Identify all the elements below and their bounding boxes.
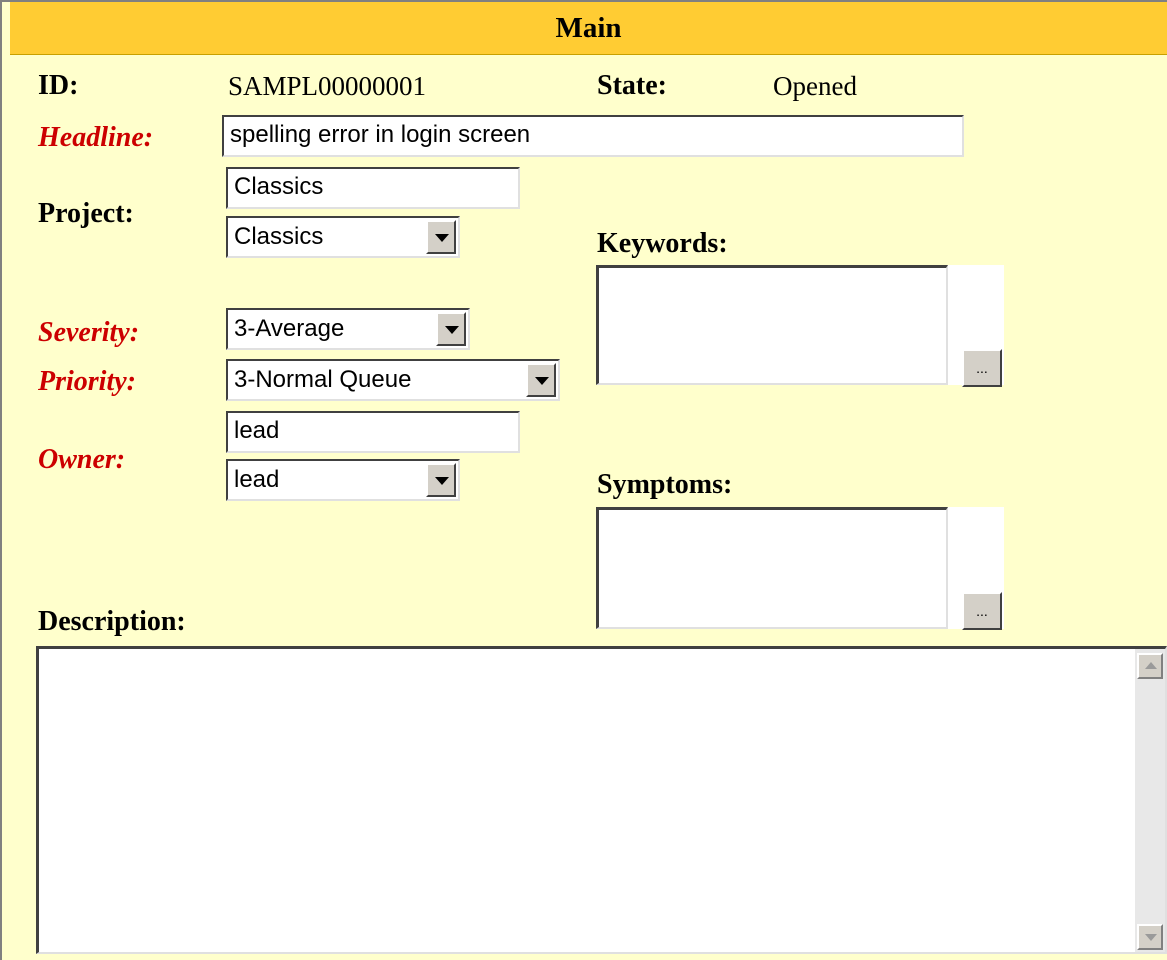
description-text	[39, 649, 1165, 661]
symptoms-label: Symptoms:	[597, 469, 733, 500]
symptoms-browse-button[interactable]: ...	[962, 592, 1002, 630]
severity-select[interactable]: 3-Average	[226, 308, 470, 350]
keywords-textarea[interactable]	[596, 265, 948, 385]
owner-label: Owner:	[38, 444, 126, 475]
chevron-down-icon[interactable]	[436, 312, 466, 346]
keywords-label: Keywords:	[597, 228, 728, 259]
chevron-down-icon[interactable]	[426, 220, 456, 254]
project-select[interactable]: Classics	[226, 216, 460, 258]
section-header: Main	[10, 2, 1167, 55]
priority-select[interactable]: 3-Normal Queue	[226, 359, 560, 401]
project-input[interactable]: Classics	[226, 167, 520, 209]
description-label: Description:	[38, 606, 186, 637]
scroll-up-icon[interactable]	[1137, 653, 1163, 679]
owner-select[interactable]: lead	[226, 459, 460, 501]
id-label: ID:	[38, 70, 79, 101]
state-value: Opened	[773, 71, 857, 101]
priority-select-value: 3-Normal Queue	[234, 366, 412, 393]
state-label: State:	[597, 70, 667, 101]
priority-label: Priority:	[38, 366, 136, 397]
keywords-browse-button[interactable]: ...	[962, 349, 1002, 387]
description-scrollbar[interactable]	[1135, 649, 1165, 952]
description-textarea[interactable]	[36, 646, 1167, 954]
id-value: SAMPL00000001	[228, 71, 427, 101]
chevron-down-icon[interactable]	[426, 463, 456, 497]
owner-input[interactable]: lead	[226, 411, 520, 453]
project-select-value: Classics	[234, 223, 324, 250]
headline-label: Headline:	[38, 122, 154, 153]
chevron-down-icon[interactable]	[526, 363, 556, 397]
headline-input[interactable]: spelling error in login screen	[222, 115, 964, 157]
project-label: Project:	[38, 198, 134, 229]
severity-select-value: 3-Average	[234, 315, 345, 342]
owner-select-value: lead	[234, 466, 280, 493]
severity-label: Severity:	[38, 317, 140, 348]
symptoms-textarea[interactable]	[596, 507, 948, 629]
scroll-down-icon[interactable]	[1137, 924, 1163, 950]
